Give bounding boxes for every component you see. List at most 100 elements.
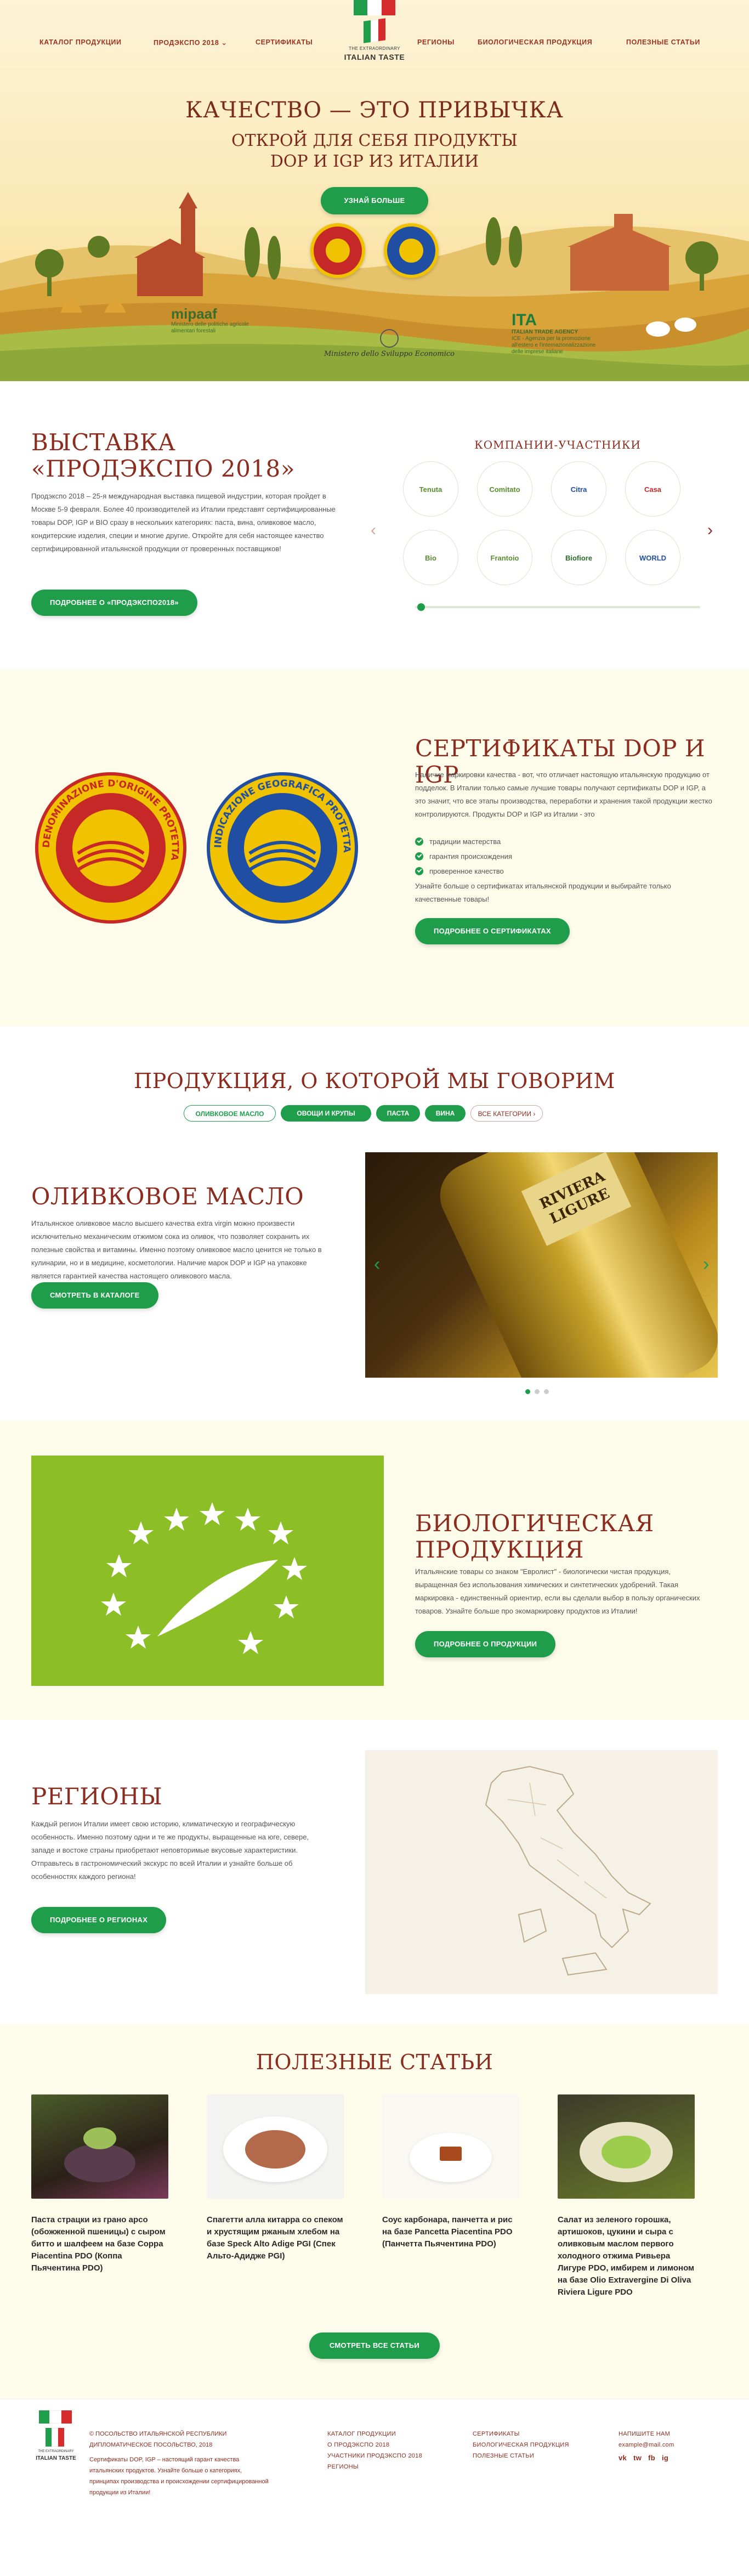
hero-section: КАТАЛОГ ПРОДУКЦИИ ПРОДЭКСПО 2018 ⌄ СЕРТИ… bbox=[0, 0, 749, 381]
footer-link[interactable]: О ПРОДЭКСПО 2018 bbox=[327, 2439, 422, 2450]
expo-text: Продэкспо 2018 – 25-я международная выст… bbox=[31, 492, 336, 553]
twitter-icon[interactable]: tw bbox=[633, 2453, 642, 2464]
partner-ita-text-1: ITALIAN TRADE AGENCY bbox=[512, 329, 578, 335]
product-prev-arrow[interactable]: ‹ bbox=[374, 1254, 380, 1275]
igp-seal-icon bbox=[384, 223, 439, 278]
article-title[interactable]: Салат из зеленого горошка, артишоков, цу… bbox=[558, 2214, 695, 2298]
article-image bbox=[207, 2094, 344, 2199]
partner-mise-text: Ministero dello Sviluppo Economico bbox=[324, 350, 455, 358]
italian-flag-ribbon-icon bbox=[46, 2428, 65, 2447]
expo-title-line-1: ВЫСТАВКА bbox=[31, 429, 176, 456]
product-next-arrow[interactable]: › bbox=[703, 1254, 709, 1275]
partner-mipaaf-text: Ministero delle politiche agricole alime… bbox=[171, 321, 249, 334]
italy-map[interactable] bbox=[365, 1750, 718, 1994]
company-logo[interactable]: WORLD bbox=[625, 530, 680, 585]
companies-slider-thumb[interactable] bbox=[417, 603, 425, 611]
vk-icon[interactable]: vk bbox=[619, 2453, 627, 2464]
footer-link[interactable]: БИОЛОГИЧЕСКАЯ ПРОДУКЦИЯ bbox=[473, 2439, 569, 2450]
nav-catalog[interactable]: КАТАЛОГ ПРОДУКЦИИ bbox=[39, 38, 122, 46]
footer-col-2: СЕРТИФИКАТЫ БИОЛОГИЧЕСКАЯ ПРОДУКЦИЯ ПОЛЕ… bbox=[473, 2428, 569, 2461]
ita-logo-icon: ITA bbox=[512, 311, 537, 329]
mipaaf-logo-icon: mipaaf bbox=[171, 305, 217, 322]
carousel-dot[interactable] bbox=[544, 1389, 549, 1394]
hero-learn-more-button[interactable]: УЗНАЙ БОЛЬШЕ bbox=[321, 187, 428, 214]
cert-text-2: Узнайте больше о сертификатах итальянско… bbox=[415, 882, 671, 903]
nav-bio[interactable]: БИОЛОГИЧЕСКАЯ ПРОДУКЦИЯ bbox=[478, 38, 592, 46]
footer-link[interactable]: СЕРТИФИКАТЫ bbox=[473, 2428, 569, 2439]
companies-slider-track[interactable] bbox=[415, 603, 700, 611]
tab-olive-oil[interactable]: ОЛИВКОВОЕ МАСЛО bbox=[184, 1105, 276, 1122]
company-logo[interactable]: Biofiore bbox=[551, 530, 606, 585]
igp-seal-large-icon: INDICAZIONE GEOGRAFICA PROTETTA bbox=[207, 772, 358, 924]
chevron-down-icon: ⌄ bbox=[221, 39, 228, 47]
company-logo[interactable]: Comitato bbox=[477, 461, 532, 517]
footer-about: Сертификаты DOP, IGP – настоящий гарант … bbox=[89, 2456, 269, 2496]
hero-title: КАЧЕСТВО — ЭТО ПРИВЫЧКА bbox=[185, 98, 564, 123]
tab-pasta[interactable]: ПАСТА bbox=[376, 1105, 420, 1122]
nav-certificates[interactable]: СЕРТИФИКАТЫ bbox=[256, 38, 313, 46]
carousel-dot[interactable] bbox=[535, 1389, 540, 1394]
bio-section: БИОЛОГИЧЕСКАЯ ПРОДУКЦИЯ Итальянские това… bbox=[0, 1421, 749, 1720]
expo-section: ВЫСТАВКА «ПРОДЭКСПО 2018» Продэкспо 2018… bbox=[0, 381, 749, 670]
nav-prodexpo[interactable]: ПРОДЭКСПО 2018 ⌄ bbox=[154, 38, 228, 47]
article-title[interactable]: Паста страцки из грано арсо (обожженной … bbox=[31, 2214, 168, 2274]
bio-title-line-2: ПРОДУКЦИЯ bbox=[415, 1536, 584, 1563]
tab-wines[interactable]: ВИНА bbox=[425, 1105, 466, 1122]
article-card[interactable]: Паста страцки из грано арсо (обожженной … bbox=[31, 2094, 168, 2274]
footer-email[interactable]: example@mail.com bbox=[619, 2439, 674, 2450]
company-logo[interactable]: Citra bbox=[551, 461, 606, 517]
logo-line-2: ITALIAN TASTE bbox=[344, 53, 405, 61]
nav-regions[interactable]: РЕГИОНЫ bbox=[417, 38, 455, 46]
product-item-text: Итальянское оливковое масло высшего каче… bbox=[31, 1219, 322, 1280]
all-articles-button[interactable]: СМОТРЕТЬ ВСЕ СТАТЬИ bbox=[309, 2332, 440, 2359]
euro-leaf-logo bbox=[31, 1456, 384, 1686]
italian-flag-ribbon-icon bbox=[364, 18, 386, 43]
footer-link[interactable]: КАТАЛОГ ПРОДУКЦИИ bbox=[327, 2428, 422, 2439]
republic-emblem-icon bbox=[380, 329, 399, 348]
expo-more-button[interactable]: ПОДРОБНЕЕ О «ПРОДЭКСПО2018» bbox=[31, 590, 197, 616]
facebook-icon[interactable]: fb bbox=[648, 2453, 655, 2464]
regions-section: РЕГИОНЫ Каждый регион Италии имеет свою … bbox=[0, 1720, 749, 2024]
footer-contact: НАПИШИТЕ НАМ example@mail.com vk tw fb i… bbox=[619, 2428, 674, 2464]
partner-ita: ITA ITALIAN TRADE AGENCY ICE - Agenzia p… bbox=[512, 312, 599, 355]
tab-all-categories[interactable]: ВСЕ КАТЕГОРИИ › bbox=[470, 1105, 543, 1122]
article-image bbox=[382, 2094, 519, 2199]
cert-bullet: проверенное качество bbox=[415, 864, 512, 879]
italian-flag-icon bbox=[354, 0, 395, 15]
hero-subtitle-line-2: DOP И IGP ИЗ ИТАЛИИ bbox=[270, 152, 479, 171]
product-carousel-dots bbox=[525, 1389, 549, 1394]
companies-title: КОМПАНИИ-УЧАСТНИКИ bbox=[474, 438, 641, 451]
bio-more-button[interactable]: ПОДРОБНЕЕ О ПРОДУКЦИИ bbox=[415, 1631, 556, 1657]
partner-ita-text-2: ICE - Agenzia per la promozione all'este… bbox=[512, 336, 596, 355]
euro-leaf-icon bbox=[101, 1502, 307, 1654]
site-logo[interactable]: THE EXTRAORDINARY ITALIAN TASTE bbox=[341, 0, 408, 69]
product-item-title: ОЛИВКОВОЕ МАСЛО bbox=[31, 1183, 304, 1210]
footer-logo[interactable]: THE EXTRAORDINARY ITALIAN TASTE bbox=[31, 2410, 81, 2471]
cert-more-button[interactable]: ПОДРОБНЕЕ О СЕРТИФИКАТАХ bbox=[415, 918, 570, 944]
footer-link[interactable]: УЧАСТНИКИ ПРОДЭКСПО 2018 bbox=[327, 2450, 422, 2461]
tab-vegetables[interactable]: ОВОЩИ И КРУПЫ bbox=[281, 1105, 371, 1122]
carousel-dot-active[interactable] bbox=[525, 1389, 530, 1394]
company-logo[interactable]: Tenuta bbox=[403, 461, 458, 517]
footer-link[interactable]: ПОЛЕЗНЫЕ СТАТЬИ bbox=[473, 2450, 569, 2461]
partner-mipaaf: mipaaf Ministero delle politiche agricol… bbox=[171, 306, 253, 335]
article-title[interactable]: Спагетти алла китарра со спеком и хрустя… bbox=[207, 2214, 344, 2262]
company-logo[interactable]: Casa bbox=[625, 461, 680, 517]
instagram-icon[interactable]: ig bbox=[662, 2453, 668, 2464]
bio-text: Итальянские товары со знаком "Евролист" … bbox=[415, 1567, 700, 1615]
company-logo[interactable]: Frantoio bbox=[477, 530, 532, 585]
cert-bullet: традиции мастерства bbox=[415, 834, 512, 849]
article-card[interactable]: Соус карбонара, панчетта и рис на базе P… bbox=[382, 2094, 519, 2250]
footer-link[interactable]: РЕГИОНЫ bbox=[327, 2461, 422, 2472]
companies-next-arrow[interactable]: › bbox=[707, 521, 713, 540]
cert-bullets: традиции мастерства гарантия происхожден… bbox=[415, 834, 512, 879]
article-title[interactable]: Соус карбонара, панчетта и рис на базе P… bbox=[382, 2214, 519, 2250]
regions-more-button[interactable]: ПОДРОБНЕЕ О РЕГИОНАХ bbox=[31, 1907, 167, 1933]
article-card[interactable]: Салат из зеленого горошка, артишоков, цу… bbox=[558, 2094, 695, 2298]
companies-prev-arrow[interactable]: ‹ bbox=[371, 521, 376, 540]
nav-articles[interactable]: ПОЛЕЗНЫЕ СТАТЬИ bbox=[626, 38, 700, 46]
product-catalog-button[interactable]: СМОТРЕТЬ В КАТАЛОГЕ bbox=[31, 1282, 158, 1309]
article-card[interactable]: Спагетти алла китарра со спеком и хрустя… bbox=[207, 2094, 344, 2262]
company-logo[interactable]: Bio bbox=[403, 530, 458, 585]
cert-text-1: Наличие маркировки качества - вот, что о… bbox=[415, 771, 712, 818]
